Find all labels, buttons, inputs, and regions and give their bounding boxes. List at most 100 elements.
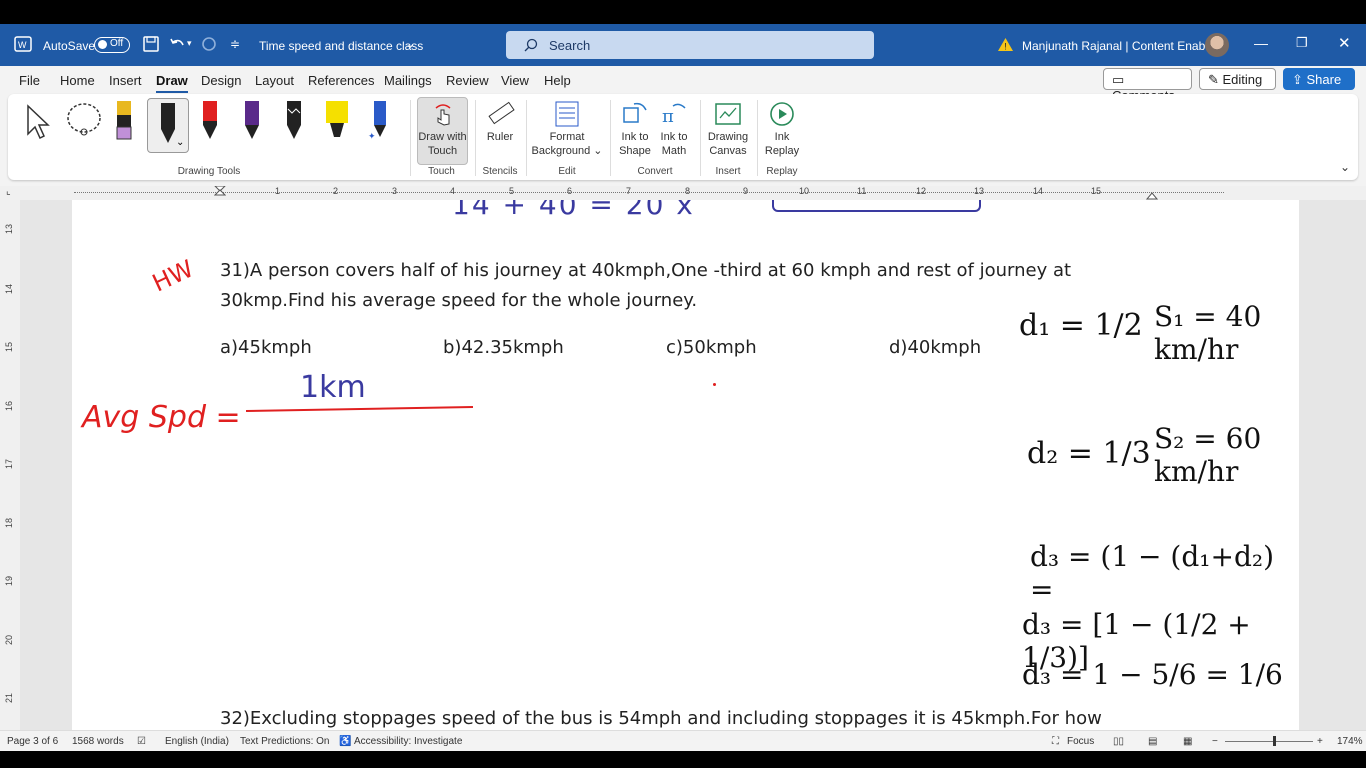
red-pen-icon[interactable] xyxy=(200,99,220,141)
format-background-button[interactable]: Format Background ⌄ xyxy=(530,130,604,158)
svg-text:π: π xyxy=(662,106,674,127)
autosave-toggle[interactable]: Off xyxy=(94,37,130,53)
black-pencil-icon[interactable] xyxy=(284,99,304,141)
menu-draw[interactable]: Draw xyxy=(156,73,188,93)
page-count[interactable]: Page 3 of 6 xyxy=(7,736,58,747)
option-c: c)50kmph xyxy=(666,337,757,358)
document-area[interactable]: 13 14 15 16 17 18 19 20 21 14 + 40 = 20 … xyxy=(0,200,1366,730)
menu-file[interactable]: File xyxy=(19,73,40,88)
language-status[interactable]: English (India) xyxy=(165,736,229,747)
ink-to-math-button[interactable]: Ink to Math xyxy=(655,130,693,158)
tab-stop-icon[interactable]: ⌞ xyxy=(6,186,11,197)
warning-icon[interactable]: ! xyxy=(997,37,1014,52)
group-label-convert: Convert xyxy=(637,166,673,177)
undo-dropdown-icon[interactable]: ▾ xyxy=(187,38,192,49)
zoom-out-icon[interactable]: − xyxy=(1212,736,1218,747)
ruler-number: 8 xyxy=(685,186,691,196)
menu-layout[interactable]: Layout xyxy=(255,73,294,88)
ruler-number: 4 xyxy=(450,186,456,196)
proofing-icon[interactable]: ☑ xyxy=(137,736,146,747)
drawing-canvas-icon[interactable] xyxy=(714,100,742,128)
selected-pen-tool[interactable]: ⌄ xyxy=(147,98,189,153)
group-label-stencils: Stencils xyxy=(482,166,518,177)
question-31-line-2: 30kmp.Find his average speed for the who… xyxy=(220,290,698,311)
indent-marker-icon[interactable] xyxy=(214,186,226,200)
ruler-icon[interactable] xyxy=(486,100,516,128)
zoom-slider-thumb[interactable] xyxy=(1273,736,1276,746)
autosave-label: AutoSave xyxy=(43,39,96,53)
ruler-number: 3 xyxy=(392,186,398,196)
user-name[interactable]: Manjunath Rajanal | Content Enablers xyxy=(1022,39,1225,53)
document-title[interactable]: Time speed and distance class xyxy=(259,39,423,53)
search-icon xyxy=(524,38,538,52)
customize-toolbar-icon[interactable]: ≑ xyxy=(230,37,240,51)
drawing-canvas-button[interactable]: Drawing Canvas xyxy=(705,130,751,158)
menu-mailings[interactable]: Mailings xyxy=(384,73,432,88)
redo-icon[interactable] xyxy=(200,35,218,53)
menu-home[interactable]: Home xyxy=(60,73,95,88)
document-page[interactable]: 14 + 40 = 20 x HW 31)A person covers hal… xyxy=(72,200,1299,730)
galaxy-pen-icon[interactable]: ✦ xyxy=(368,99,392,141)
undo-icon[interactable] xyxy=(168,35,186,53)
ink-replay-icon[interactable] xyxy=(768,100,796,128)
ruler-number: 11 xyxy=(857,186,867,196)
zoom-slider[interactable] xyxy=(1225,741,1313,742)
avatar[interactable] xyxy=(1205,33,1229,57)
format-background-icon[interactable] xyxy=(554,100,580,128)
focus-icon[interactable]: ⛶ xyxy=(1052,736,1059,747)
text-predictions-status[interactable]: Text Predictions: On xyxy=(240,736,329,747)
word-app-icon: W xyxy=(14,36,32,52)
draw-with-touch-button[interactable]: Draw with Touch xyxy=(417,97,468,165)
word-count[interactable]: 1568 words xyxy=(72,736,124,747)
pen-chevron-icon[interactable]: ⌄ xyxy=(176,137,184,148)
zoom-level[interactable]: 174% xyxy=(1337,736,1363,747)
comments-button[interactable]: ▭ Comments xyxy=(1103,68,1192,103)
group-label-insert: Insert xyxy=(715,166,741,177)
eraser-tool-icon[interactable] xyxy=(114,99,134,141)
yellow-highlighter-icon[interactable] xyxy=(324,99,350,141)
ink-avg-speed: Avg Spd = xyxy=(82,400,241,435)
share-button[interactable]: ⇪ Share ⌄ xyxy=(1283,68,1355,103)
save-icon[interactable] xyxy=(142,35,160,53)
title-chevron-down-icon[interactable]: ⌄ xyxy=(405,37,415,51)
zoom-in-icon[interactable]: + xyxy=(1317,736,1323,747)
minimize-icon[interactable]: — xyxy=(1254,35,1268,51)
menu-insert[interactable]: Insert xyxy=(109,73,142,88)
accessibility-icon[interactable]: ♿ xyxy=(339,736,351,747)
menu-review[interactable]: Review xyxy=(446,73,489,88)
right-indent-marker-icon[interactable] xyxy=(1146,186,1158,200)
ruler-button[interactable]: Ruler xyxy=(482,130,518,144)
menu-bar: File Home Insert Draw Design Layout Refe… xyxy=(0,66,1366,103)
ink-hw-note: HW xyxy=(148,254,198,298)
ink-d2: d₂ = 1/3 xyxy=(1027,436,1151,471)
ribbon: ⌄ ✦ Drawing Tools Draw with Touch Touch … xyxy=(8,94,1358,180)
ink-replay-button[interactable]: Ink Replay xyxy=(760,130,804,158)
ruler-number: 1 xyxy=(275,186,281,196)
collapse-ribbon-icon[interactable]: ⌄ xyxy=(1340,160,1350,174)
menu-view[interactable]: View xyxy=(501,73,529,88)
ruler-number: 5 xyxy=(509,186,515,196)
vertical-ruler[interactable]: 13 14 15 16 17 18 19 20 21 xyxy=(0,200,20,730)
menu-references[interactable]: References xyxy=(308,73,374,88)
search-input[interactable]: Search xyxy=(506,31,874,59)
lasso-select-icon[interactable] xyxy=(64,102,104,140)
editing-button[interactable]: ✎ Editing ⌄ xyxy=(1199,68,1276,103)
web-layout-icon[interactable]: ▦ xyxy=(1183,736,1192,747)
purple-pen-icon[interactable] xyxy=(242,99,262,141)
restore-icon[interactable]: ❐ xyxy=(1296,35,1308,51)
vruler-number: 20 xyxy=(4,634,15,646)
print-layout-icon[interactable]: ▤ xyxy=(1148,736,1157,747)
accessibility-status[interactable]: Accessibility: Investigate xyxy=(354,736,462,747)
horizontal-ruler[interactable]: ⌞ 1 2 3 4 5 6 7 8 9 10 11 12 13 14 15 xyxy=(0,186,1366,201)
group-label-touch: Touch xyxy=(428,166,455,177)
menu-design[interactable]: Design xyxy=(201,73,241,88)
ink-to-math-icon[interactable]: π xyxy=(659,100,689,128)
title-bar: W AutoSave Off ▾ ≑ Time speed and distan… xyxy=(0,24,1366,66)
menu-help[interactable]: Help xyxy=(544,73,571,88)
close-icon[interactable]: ✕ xyxy=(1338,34,1351,52)
read-mode-icon[interactable]: ▯▯ xyxy=(1113,736,1124,747)
ink-to-shape-button[interactable]: Ink to Shape xyxy=(616,130,654,158)
select-pointer-icon[interactable] xyxy=(24,104,52,140)
focus-button[interactable]: Focus xyxy=(1067,736,1094,747)
ink-to-shape-icon[interactable] xyxy=(620,100,650,128)
